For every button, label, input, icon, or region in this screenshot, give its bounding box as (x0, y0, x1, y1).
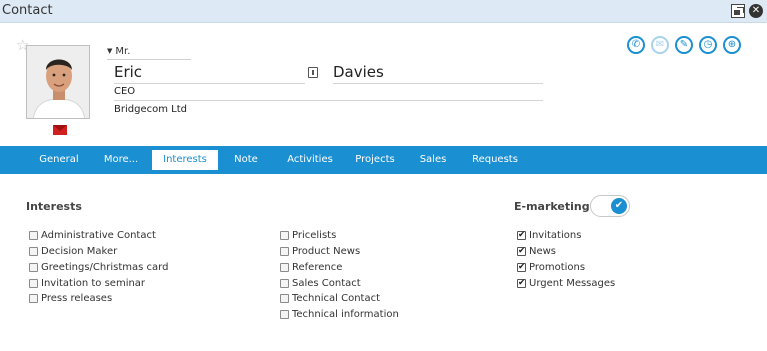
envelope-icon[interactable] (53, 125, 67, 135)
checkbox[interactable] (517, 245, 526, 257)
tab-activities[interactable]: Activities (280, 150, 340, 170)
first-name-field[interactable]: Eric (114, 63, 305, 84)
checkbox[interactable] (280, 310, 289, 319)
clock-icon[interactable]: ◷ (699, 36, 717, 54)
emarketing-heading: E-marketing (514, 200, 590, 213)
checkbox[interactable] (29, 294, 38, 303)
tab-sales[interactable]: Sales (413, 150, 453, 170)
tab-projects[interactable]: Projects (350, 150, 400, 170)
checkbox[interactable] (280, 247, 289, 256)
tab-general[interactable]: General (30, 150, 88, 170)
checkbox[interactable] (280, 231, 289, 240)
interests-heading: Interests (26, 200, 82, 213)
job-title-field[interactable]: CEO (114, 86, 543, 101)
checkbox[interactable] (517, 277, 526, 289)
salutation-select[interactable]: ▼ Mr. (107, 46, 191, 60)
tab-note[interactable]: Note (226, 150, 266, 170)
company-field[interactable]: Bridgecom Ltd (114, 104, 264, 119)
edit-icon[interactable]: ✎ (675, 36, 693, 54)
last-name-field[interactable]: Davies (333, 63, 543, 84)
checkbox[interactable] (517, 261, 526, 273)
checkbox[interactable] (29, 263, 38, 272)
contact-photo[interactable] (26, 45, 90, 119)
phone-icon[interactable]: ✆ (627, 36, 645, 54)
checkbox[interactable] (29, 231, 38, 240)
checkbox[interactable] (517, 229, 526, 241)
checkbox[interactable] (280, 279, 289, 288)
email-icon[interactable]: ✉ (651, 36, 669, 54)
checkbox[interactable] (29, 279, 38, 288)
globe-icon[interactable]: ⊕ (723, 36, 741, 54)
tab-bar: General More... Interests Note Activitie… (0, 146, 767, 174)
checkbox[interactable] (280, 294, 289, 303)
checkbox[interactable] (29, 247, 38, 256)
check-icon: ✔ (611, 198, 627, 214)
restore-icon[interactable] (731, 4, 745, 18)
tab-more[interactable]: More... (96, 150, 146, 170)
emarketing-toggle[interactable]: ✔ (590, 195, 630, 217)
tab-requests[interactable]: Requests (468, 150, 522, 170)
tab-interests[interactable]: Interests (152, 150, 218, 170)
salutation-value: Mr. (115, 46, 131, 57)
close-icon[interactable]: ✕ (749, 4, 763, 18)
window-title: Contact (2, 3, 53, 18)
id-card-icon[interactable] (308, 67, 318, 78)
caret-down-icon: ▼ (107, 47, 113, 55)
checkbox[interactable] (280, 263, 289, 272)
avatar-image (27, 46, 89, 118)
title-bar: Contact ✕ (0, 0, 767, 23)
